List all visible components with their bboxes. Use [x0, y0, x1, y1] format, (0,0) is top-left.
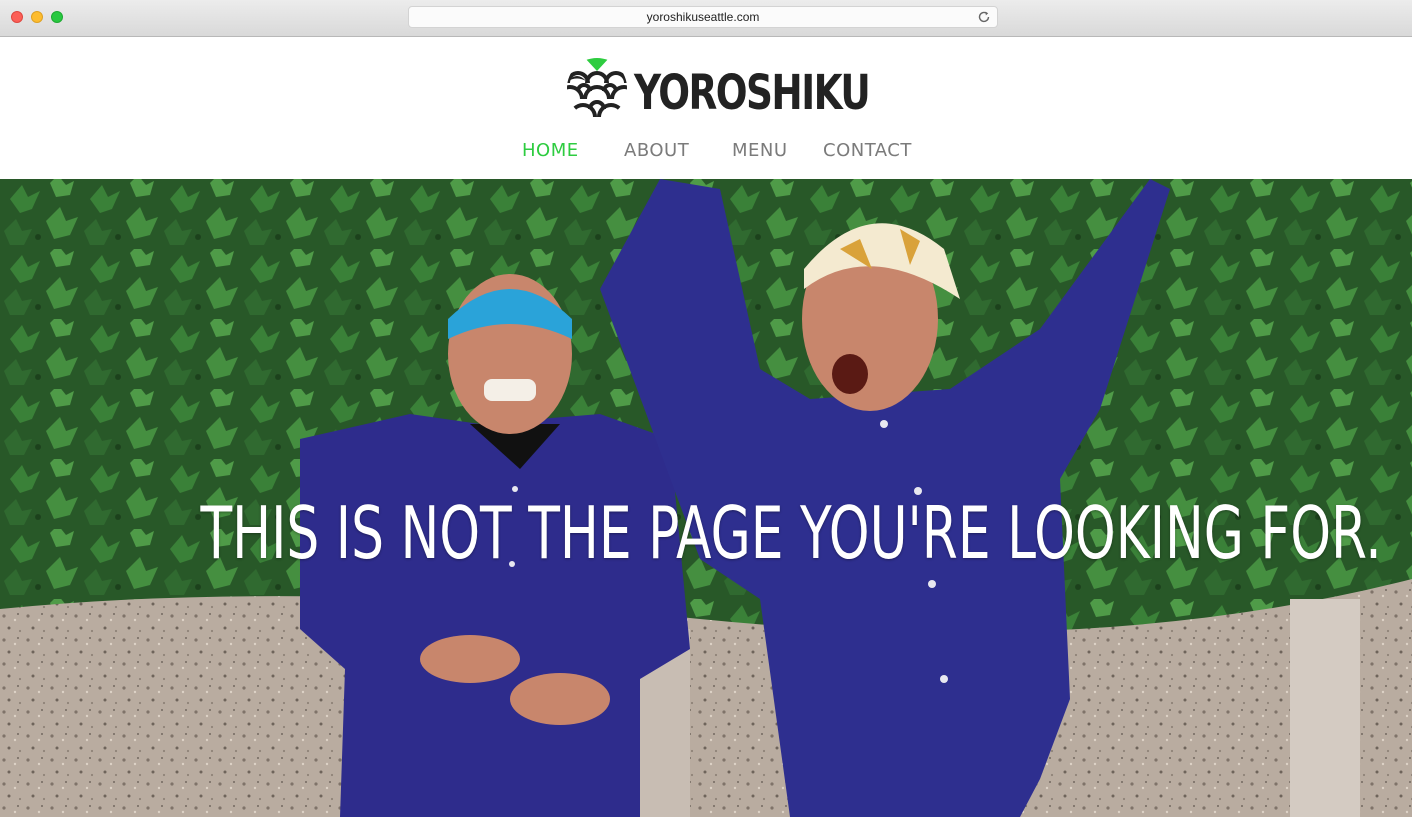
- logo-wordmark: YOROSHIKU: [634, 65, 871, 121]
- address-bar[interactable]: yoroshikuseattle.com: [408, 6, 998, 28]
- nav-contact[interactable]: CONTACT: [823, 140, 912, 161]
- wave-logo-icon: [567, 58, 627, 118]
- main-nav: HOME ABOUT MENU CONTACT: [0, 140, 1412, 164]
- hero-banner: THIS IS NOT THE PAGE YOU'RE LOOKING FOR.: [0, 179, 1412, 817]
- site-header: YOROSHIKU HOME ABOUT MENU CONTACT: [0, 37, 1412, 179]
- nav-about[interactable]: ABOUT: [624, 140, 689, 161]
- zoom-window-button[interactable]: [51, 11, 63, 23]
- hero-headline: THIS IS NOT THE PAGE YOU'RE LOOKING FOR.: [200, 491, 1382, 575]
- reload-icon[interactable]: [977, 10, 991, 24]
- nav-menu[interactable]: MENU: [732, 140, 788, 161]
- url-text: yoroshikuseattle.com: [646, 10, 760, 24]
- browser-toolbar: yoroshikuseattle.com: [0, 0, 1412, 37]
- site-logo[interactable]: YOROSHIKU: [566, 57, 876, 119]
- nav-home[interactable]: HOME: [522, 140, 579, 161]
- minimize-window-button[interactable]: [31, 11, 43, 23]
- close-window-button[interactable]: [11, 11, 23, 23]
